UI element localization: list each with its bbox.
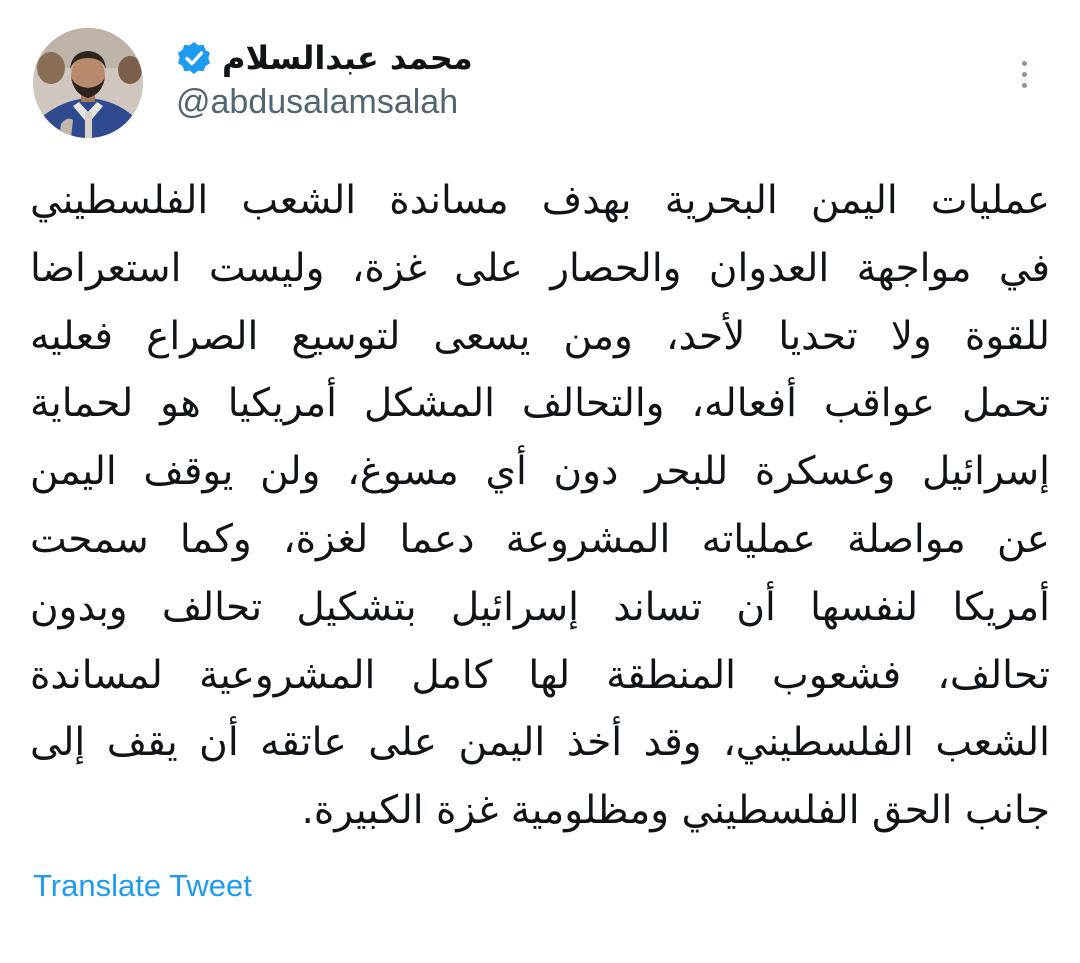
tweet-text-line: في مواجهة العدوان والحصار على غزة، وليست…: [30, 245, 1050, 291]
tweet-text-line: أمريكا لنفسها أن تساند إسرائيل بتشكيل تح…: [30, 584, 1050, 630]
tweet-text-line: للقوة ولا تحديا لأحد، ومن يسعى لتوسيع ال…: [30, 313, 1050, 359]
tweet-text-line: تحالف، فشعوب المنطقة لها كامل المشروعية …: [30, 652, 1050, 698]
tweet-text: عمليات اليمن البحرية بهدف مساندة الشعب ا…: [30, 167, 1050, 845]
tweet-text-line: إسرائيل وعسكرة للبحر دون أي مسوغ، ولن يو…: [30, 449, 1050, 495]
tweet-text-line: عمليات اليمن البحرية بهدف مساندة الشعب ا…: [30, 178, 1050, 223]
tweet-text-line: عن مواصلة عملياته المشروعة دعما لغزة، وك…: [30, 516, 1050, 562]
translate-tweet-link[interactable]: Translate Tweet: [33, 866, 252, 906]
author-handle[interactable]: @abdusalamsalah: [176, 80, 458, 124]
more-vertical-icon: [1021, 60, 1027, 66]
tweet-text-line: الشعب الفلسطيني، وقد أخذ اليمن على عاتقه…: [30, 720, 1050, 766]
more-vertical-icon-dot: [1021, 71, 1027, 77]
avatar[interactable]: [33, 28, 143, 138]
profile-photo: [33, 28, 143, 138]
tweet-text-line: جانب الحق الفلسطيني ومظلومية غزة الكبيرة…: [301, 788, 1050, 834]
verified-badge-icon: [176, 40, 212, 76]
author-name-row[interactable]: محمد عبدالسلام: [176, 36, 473, 80]
tweet-text-line: تحمل عواقب أفعاله، والتحالف المشكل أمريك…: [30, 381, 1050, 427]
more-options-button[interactable]: [1008, 48, 1040, 100]
author-display-name: محمد عبدالسلام: [222, 39, 473, 77]
more-vertical-icon-dot: [1021, 82, 1027, 88]
